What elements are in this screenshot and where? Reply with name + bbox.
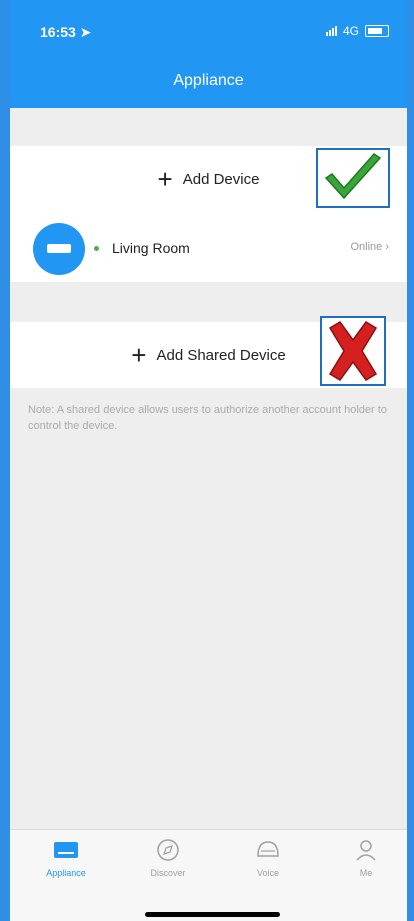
tab-voice[interactable]: Voice <box>228 838 308 878</box>
user-icon <box>353 838 379 862</box>
tab-discover[interactable]: Discover <box>128 838 208 878</box>
tab-appliance[interactable]: Appliance <box>26 838 106 878</box>
online-dot-icon <box>94 246 99 251</box>
signal-icon <box>325 26 337 36</box>
cross-mark-annotation <box>320 316 386 386</box>
location-arrow-icon: ➤ <box>79 24 92 40</box>
shared-device-note: Note: A shared device allows users to au… <box>28 404 387 432</box>
cross-icon <box>328 321 378 381</box>
plus-icon: + <box>157 164 173 194</box>
page-title: Appliance <box>173 72 244 89</box>
tab-label: Discover <box>150 868 186 878</box>
tab-label: Voice <box>256 868 280 878</box>
header-bar: 16:53 ➤ 4G Appliance <box>10 0 407 108</box>
add-device-label: Add Device <box>182 170 260 188</box>
tab-label: Me <box>359 868 373 878</box>
tab-me[interactable]: Me <box>326 838 406 878</box>
tab-label: Appliance <box>46 868 86 878</box>
check-mark-annotation <box>316 148 390 208</box>
plus-icon: + <box>131 340 147 370</box>
network-label: 4G <box>342 24 359 38</box>
battery-icon <box>365 25 389 37</box>
home-indicator <box>145 912 280 917</box>
appliance-icon <box>53 838 79 862</box>
device-name: Living Room <box>112 240 190 256</box>
status-indicators: 4G <box>325 24 389 38</box>
compass-icon <box>155 838 181 862</box>
tab-bar: Appliance Discover Voice Me <box>10 829 407 921</box>
app-frame: 16:53 ➤ 4G Appliance + Add Device Living… <box>10 0 407 921</box>
checkmark-icon <box>324 153 382 200</box>
device-status: Online › <box>350 241 389 253</box>
device-avatar-icon <box>33 223 85 275</box>
status-time: 16:53 ➤ <box>40 24 92 40</box>
chevron-right-icon: › <box>385 241 389 253</box>
speaker-icon <box>255 838 281 862</box>
add-shared-device-label: Add Shared Device <box>156 346 286 364</box>
